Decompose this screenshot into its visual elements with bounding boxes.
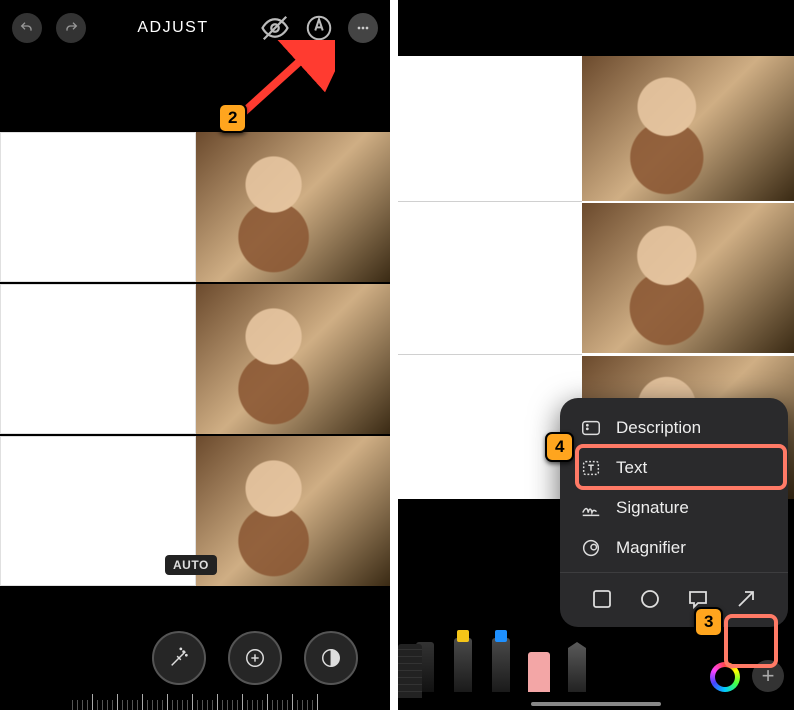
menu-label: Signature	[616, 498, 689, 518]
eraser-tool[interactable]	[522, 628, 556, 692]
highlighter-yellow[interactable]	[446, 628, 480, 692]
menu-label: Magnifier	[616, 538, 686, 558]
auto-badge: AUTO	[165, 555, 217, 575]
markup-toolbar: +	[398, 622, 794, 698]
adjust-tools	[0, 631, 390, 685]
shape-square-icon[interactable]	[590, 587, 614, 611]
more-button[interactable]	[348, 13, 378, 43]
menu-item-description[interactable]: Description	[560, 408, 788, 448]
photo-canvas[interactable]	[0, 56, 390, 586]
callout-step4: 4	[545, 432, 574, 462]
color-picker[interactable]	[710, 662, 740, 692]
contrast-button[interactable]	[304, 631, 358, 685]
auto-enhance-button[interactable]	[152, 631, 206, 685]
undo-button[interactable]	[12, 13, 42, 43]
shape-circle-icon[interactable]	[638, 587, 662, 611]
callout-step3: 3	[694, 607, 723, 637]
menu-item-signature[interactable]: Signature	[560, 488, 788, 528]
redo-button[interactable]	[56, 13, 86, 43]
markup-add-menu: Description Text Signature Magnifier	[560, 398, 788, 627]
ruler-tool[interactable]	[598, 628, 632, 692]
visibility-off-icon[interactable]	[260, 13, 290, 43]
highlighter-blue[interactable]	[484, 628, 518, 692]
markup-top	[398, 0, 794, 56]
markup-icon[interactable]	[304, 13, 334, 43]
top-toolbar: ADJUST	[0, 0, 390, 56]
callout-step2: 2	[218, 103, 247, 133]
add-button[interactable]: +	[752, 660, 784, 692]
menu-shape-row	[560, 577, 788, 615]
shape-arrow-icon[interactable]	[734, 587, 758, 611]
photo-edit-screen: ADJUST AUTO	[0, 0, 390, 710]
markup-screen: Description Text Signature Magnifier	[398, 0, 794, 710]
menu-item-text[interactable]: Text	[560, 448, 788, 488]
menu-label: Text	[616, 458, 647, 478]
slider-ruler[interactable]	[0, 686, 390, 710]
home-indicator	[531, 702, 661, 706]
mode-title: ADJUST	[100, 19, 246, 37]
menu-label: Description	[616, 418, 701, 438]
exposure-button[interactable]	[228, 631, 282, 685]
menu-item-magnifier[interactable]: Magnifier	[560, 528, 788, 568]
lasso-tool[interactable]	[560, 628, 594, 692]
